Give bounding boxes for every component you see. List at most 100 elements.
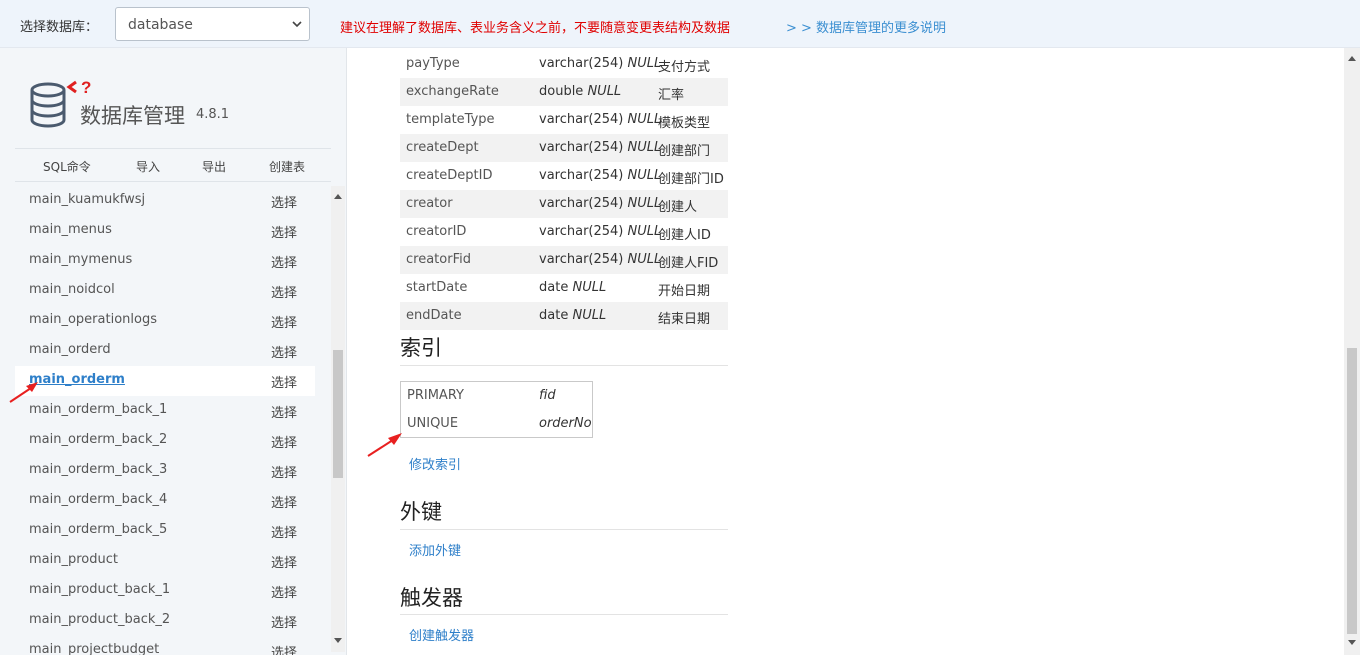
divider: [400, 529, 728, 530]
chevron-down-icon: [292, 21, 302, 28]
select-table-button[interactable]: 选择: [271, 552, 297, 571]
table-name-link[interactable]: main_product_back_1: [29, 582, 170, 597]
column-null: NULL: [572, 280, 607, 295]
select-table-button[interactable]: 选择: [271, 492, 297, 511]
table-row: startDate date NULL 开始日期: [400, 274, 728, 302]
column-comment: 结束日期: [658, 312, 711, 327]
table-name-link[interactable]: main_orderm: [29, 372, 125, 387]
table-name-link[interactable]: main_noidcol: [29, 282, 115, 297]
more-info-link[interactable]: > > 数据库管理的更多说明: [786, 17, 946, 36]
column-null: NULL: [627, 224, 662, 239]
table-name-link[interactable]: main_menus: [29, 222, 112, 237]
annotation-arrow-icon: [9, 382, 38, 403]
column-type-text: varchar(254): [539, 140, 624, 155]
create-table-button[interactable]: 创建表: [269, 158, 305, 175]
column-type-text: varchar(254): [539, 56, 624, 71]
scroll-down-arrow-icon[interactable]: [1348, 640, 1356, 645]
database-select[interactable]: database: [115, 7, 310, 41]
column-type-text: date: [539, 280, 569, 295]
table-name-link[interactable]: main_mymenus: [29, 252, 132, 267]
table-row: templateType varchar(254) NULL 模板类型: [400, 106, 728, 134]
annotation-arrow-icon: [367, 433, 402, 457]
sidebar-scrollbar[interactable]: [331, 186, 345, 652]
table-list-item: main_product_back_2 选择: [15, 606, 315, 636]
scroll-up-arrow-icon[interactable]: [334, 194, 342, 199]
column-name: endDate: [406, 308, 462, 323]
table-list-item: main_operationlogs 选择: [15, 306, 315, 336]
index-type: UNIQUE: [407, 416, 459, 431]
select-table-button[interactable]: 选择: [271, 582, 297, 601]
table-list-item: main_product_back_1 选择: [15, 576, 315, 606]
select-table-button[interactable]: 选择: [271, 342, 297, 361]
select-table-button[interactable]: 选择: [271, 312, 297, 331]
select-table-button[interactable]: 选择: [271, 282, 297, 301]
table-row: payType varchar(254) NULL 支付方式: [400, 50, 728, 78]
column-name: creatorFid: [406, 252, 471, 267]
table-list-item: main_orderm 选择: [15, 366, 315, 396]
main-scrollbar[interactable]: [1344, 48, 1360, 655]
table-name-link[interactable]: main_orderm_back_1: [29, 402, 167, 417]
table-list-item: main_orderd 选择: [15, 336, 315, 366]
column-type-text: varchar(254): [539, 252, 624, 267]
column-comment: 汇率: [658, 88, 685, 103]
table-name-link[interactable]: main_orderm_back_4: [29, 492, 167, 507]
column-type: double NULL: [539, 84, 621, 99]
svg-text:?: ?: [81, 80, 91, 97]
add-foreign-key-link[interactable]: 添加外键: [409, 540, 461, 559]
table-name-link[interactable]: main_projectbudget: [29, 642, 159, 655]
column-type: varchar(254) NULL: [539, 252, 661, 267]
scroll-up-arrow-icon[interactable]: [1348, 56, 1356, 61]
select-table-button[interactable]: 选择: [271, 432, 297, 451]
column-type: varchar(254) NULL: [539, 224, 661, 239]
table-name-link[interactable]: main_kuamukfwsj: [29, 192, 145, 207]
select-table-button[interactable]: 选择: [271, 642, 297, 655]
column-null: NULL: [627, 168, 662, 183]
table-name-link[interactable]: main_product_back_2: [29, 612, 170, 627]
select-table-button[interactable]: 选择: [271, 372, 297, 391]
edit-index-link[interactable]: 修改索引: [409, 454, 461, 473]
app-title: 数据库管理: [80, 104, 185, 128]
database-select-value: database: [128, 17, 193, 33]
select-table-button[interactable]: 选择: [271, 612, 297, 631]
table-name-link[interactable]: main_orderm_back_2: [29, 432, 167, 447]
column-null: NULL: [627, 112, 662, 127]
table-list-item: main_product 选择: [15, 546, 315, 576]
table-list-item: main_menus 选择: [15, 216, 315, 246]
select-table-button[interactable]: 选择: [271, 222, 297, 241]
sidebar: ? 数据库管理 4.8.1 SQL命令 导入 导出 创建表 main_kuamu…: [0, 48, 347, 655]
column-name: payType: [406, 56, 460, 71]
sql-command-button[interactable]: SQL命令: [43, 158, 91, 175]
scrollbar-thumb[interactable]: [1347, 348, 1357, 634]
select-table-button[interactable]: 选择: [271, 402, 297, 421]
import-button[interactable]: 导入: [136, 158, 160, 175]
select-table-button[interactable]: 选择: [271, 192, 297, 211]
table-name-link[interactable]: main_orderm_back_3: [29, 462, 167, 477]
scroll-down-arrow-icon[interactable]: [334, 638, 342, 643]
column-type-text: varchar(254): [539, 168, 624, 183]
table-name-link[interactable]: main_orderd: [29, 342, 111, 357]
column-comment: 创建部门: [658, 144, 711, 159]
create-trigger-link[interactable]: 创建触发器: [409, 625, 474, 644]
app-version: 4.8.1: [196, 107, 230, 122]
foreign-keys-heading: 外键: [400, 500, 442, 524]
table-row: endDate date NULL 结束日期: [400, 302, 728, 330]
column-type-text: varchar(254): [539, 196, 624, 211]
table-name-link[interactable]: main_orderm_back_5: [29, 522, 167, 537]
table-name-link[interactable]: main_product: [29, 552, 118, 567]
column-type-text: varchar(254): [539, 112, 624, 127]
table-name-link[interactable]: main_operationlogs: [29, 312, 157, 327]
table-list-item: main_orderm_back_4 选择: [15, 486, 315, 516]
column-comment: 支付方式: [658, 60, 711, 75]
export-button[interactable]: 导出: [202, 158, 226, 175]
select-table-button[interactable]: 选择: [271, 252, 297, 271]
column-type-text: double: [539, 84, 584, 99]
column-null: NULL: [627, 196, 662, 211]
table-list-item: main_kuamukfwsj 选择: [15, 186, 315, 216]
column-name: startDate: [406, 280, 468, 295]
select-table-button[interactable]: 选择: [271, 522, 297, 541]
scrollbar-thumb[interactable]: [333, 350, 343, 478]
column-comment: 创建部门ID: [658, 172, 724, 187]
column-comment: 创建人: [658, 200, 698, 215]
select-table-button[interactable]: 选择: [271, 462, 297, 481]
table-row: creator varchar(254) NULL 创建人: [400, 190, 728, 218]
